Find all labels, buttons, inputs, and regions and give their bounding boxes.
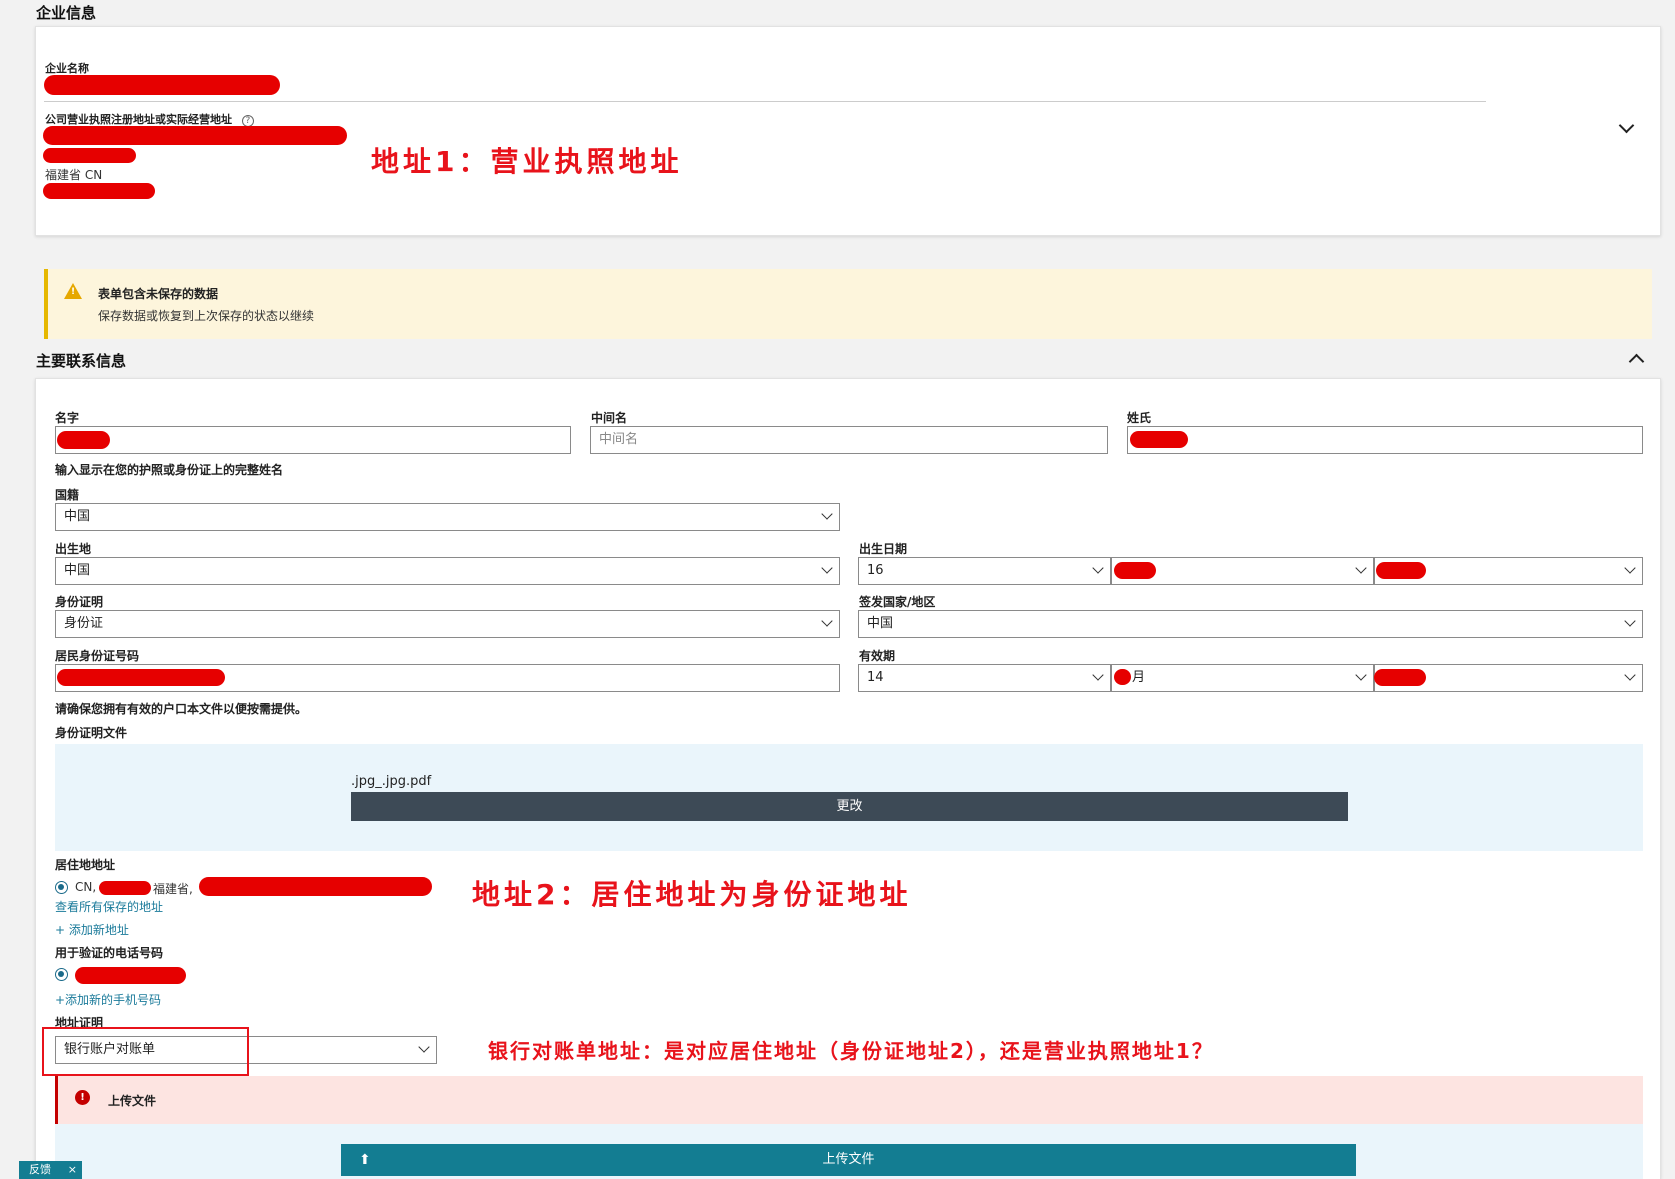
annotation-bank-question: 银行对账单地址：是对应居住地址（身份证地址2），还是营业执照地址1？ — [488, 1039, 1214, 1063]
chevron-down-icon — [1092, 562, 1104, 574]
phone-label: 用于验证的电话号码 — [55, 946, 164, 960]
redacted-first-name — [57, 431, 110, 449]
redacted-phone-number — [75, 967, 186, 984]
upload-arrow-icon: ⬆ — [359, 1152, 371, 1168]
dob-day-select[interactable]: 16 — [858, 557, 1111, 585]
middle-name-label: 中间名 — [591, 411, 628, 425]
dob-day-value: 16 — [867, 563, 884, 578]
id-type-select[interactable]: 身份证 — [55, 610, 840, 638]
issuing-country-value: 中国 — [867, 616, 894, 631]
id-type-value: 身份证 — [64, 616, 104, 631]
issuing-country-select[interactable]: 中国 — [858, 610, 1643, 638]
close-icon[interactable]: × — [68, 1161, 77, 1179]
company-name-label: 企业名称 — [45, 62, 89, 75]
upload-file-button[interactable]: ⬆ 上传文件 — [341, 1144, 1356, 1176]
residence-province: 福建省, — [153, 882, 193, 896]
chevron-down-icon — [418, 1041, 430, 1053]
nationality-value: 中国 — [64, 509, 91, 524]
unsaved-warning-banner — [44, 269, 1652, 339]
redacted-residence-street — [199, 877, 432, 896]
expiry-day-value: 14 — [867, 670, 884, 685]
name-hint: 输入显示在您的护照或身份证上的完整姓名 — [55, 463, 284, 477]
error-circle-icon: ! — [75, 1090, 90, 1105]
annotation-address1: 地址1：营业执照地址 — [371, 145, 683, 178]
chevron-down-icon — [1624, 669, 1636, 681]
first-name-label: 名字 — [55, 411, 80, 425]
chevron-down-icon — [1355, 669, 1367, 681]
first-name-input[interactable] — [55, 426, 571, 454]
add-address-link[interactable]: + 添加新地址 — [55, 921, 129, 938]
redacted-id-number — [57, 669, 225, 686]
contact-section-title: 主要联系信息 — [36, 352, 127, 370]
redacted-address-line2 — [43, 148, 136, 163]
redacted-last-name — [1130, 431, 1188, 448]
redacted-company-name — [44, 75, 280, 95]
redacted-expiry-year — [1374, 669, 1426, 686]
nationality-select[interactable]: 中国 — [55, 503, 840, 531]
phone-radio[interactable] — [55, 968, 68, 981]
residence-label: 居住地地址 — [55, 858, 116, 872]
birthplace-label: 出生地 — [55, 542, 92, 556]
nationality-label: 国籍 — [55, 488, 80, 502]
feedback-label: 反馈 — [29, 1163, 51, 1176]
id-type-label: 身份证明 — [55, 595, 104, 609]
company-address-province: 福建省 CN — [45, 168, 103, 182]
chevron-down-icon — [821, 508, 833, 520]
residence-country: CN, — [75, 880, 97, 894]
redacted-dob-year — [1376, 562, 1426, 579]
birthplace-value: 中国 — [64, 563, 91, 578]
upload-error-banner — [55, 1076, 1643, 1124]
chevron-down-icon — [1355, 562, 1367, 574]
warning-title: 表单包含未保存的数据 — [98, 287, 219, 301]
expiry-label: 有效期 — [859, 649, 896, 663]
redacted-address-line1 — [43, 126, 347, 145]
residence-address-radio[interactable] — [55, 881, 68, 894]
chevron-down-icon — [1624, 615, 1636, 627]
upload-error-label: 上传文件 — [108, 1094, 157, 1108]
company-address-label-text: 公司营业执照注册地址或实际经营地址 — [45, 113, 232, 126]
expiry-month-suffix: 月 — [1132, 670, 1146, 685]
feedback-tab[interactable]: 反馈 × — [19, 1161, 82, 1179]
chevron-down-icon — [821, 562, 833, 574]
id-doc-file-name: .jpg_.jpg.pdf — [351, 774, 432, 789]
company-section-title: 企业信息 — [36, 4, 97, 22]
chevron-down-icon — [1624, 562, 1636, 574]
chevron-down-icon — [1092, 669, 1104, 681]
redacted-dob-month — [1114, 562, 1156, 579]
id-doc-label: 身份证明文件 — [55, 726, 128, 740]
middle-name-input[interactable]: 中间名 — [590, 426, 1108, 454]
warning-subtitle: 保存数据或恢复到上次保存的状态以继续 — [98, 309, 315, 323]
company-divider — [44, 101, 1486, 102]
upload-file-button-label: 上传文件 — [822, 1152, 875, 1167]
last-name-input[interactable] — [1127, 426, 1643, 454]
issuing-country-label: 签发国家/地区 — [859, 595, 936, 609]
annotation-highlight-box — [42, 1027, 249, 1076]
birthplace-select[interactable]: 中国 — [55, 557, 840, 585]
hukou-hint: 请确保您拥有有效的户口本文件以便按需提供。 — [55, 702, 308, 716]
expiry-month-select[interactable]: 月 — [1111, 664, 1374, 692]
id-number-label: 居民身份证号码 — [55, 649, 140, 663]
warning-exclamation: ! — [71, 287, 76, 297]
annotation-address2: 地址2：居住地址为身份证地址 — [472, 878, 912, 911]
view-saved-addresses-link[interactable]: 查看所有保存的地址 — [55, 898, 163, 915]
chevron-down-icon — [821, 615, 833, 627]
change-file-button[interactable]: 更改 — [351, 792, 1348, 821]
redacted-address-postcode — [43, 183, 155, 199]
redacted-expiry-month — [1114, 669, 1131, 685]
redacted-residence-city — [99, 881, 151, 895]
last-name-label: 姓氏 — [1127, 411, 1152, 425]
collapse-chevron-up-icon[interactable] — [1628, 353, 1645, 370]
company-address-label: 公司营业执照注册地址或实际经营地址 ? — [45, 111, 254, 127]
add-phone-link[interactable]: +添加新的手机号码 — [55, 991, 161, 1008]
dob-label: 出生日期 — [859, 542, 908, 556]
expiry-day-select[interactable]: 14 — [858, 664, 1111, 692]
